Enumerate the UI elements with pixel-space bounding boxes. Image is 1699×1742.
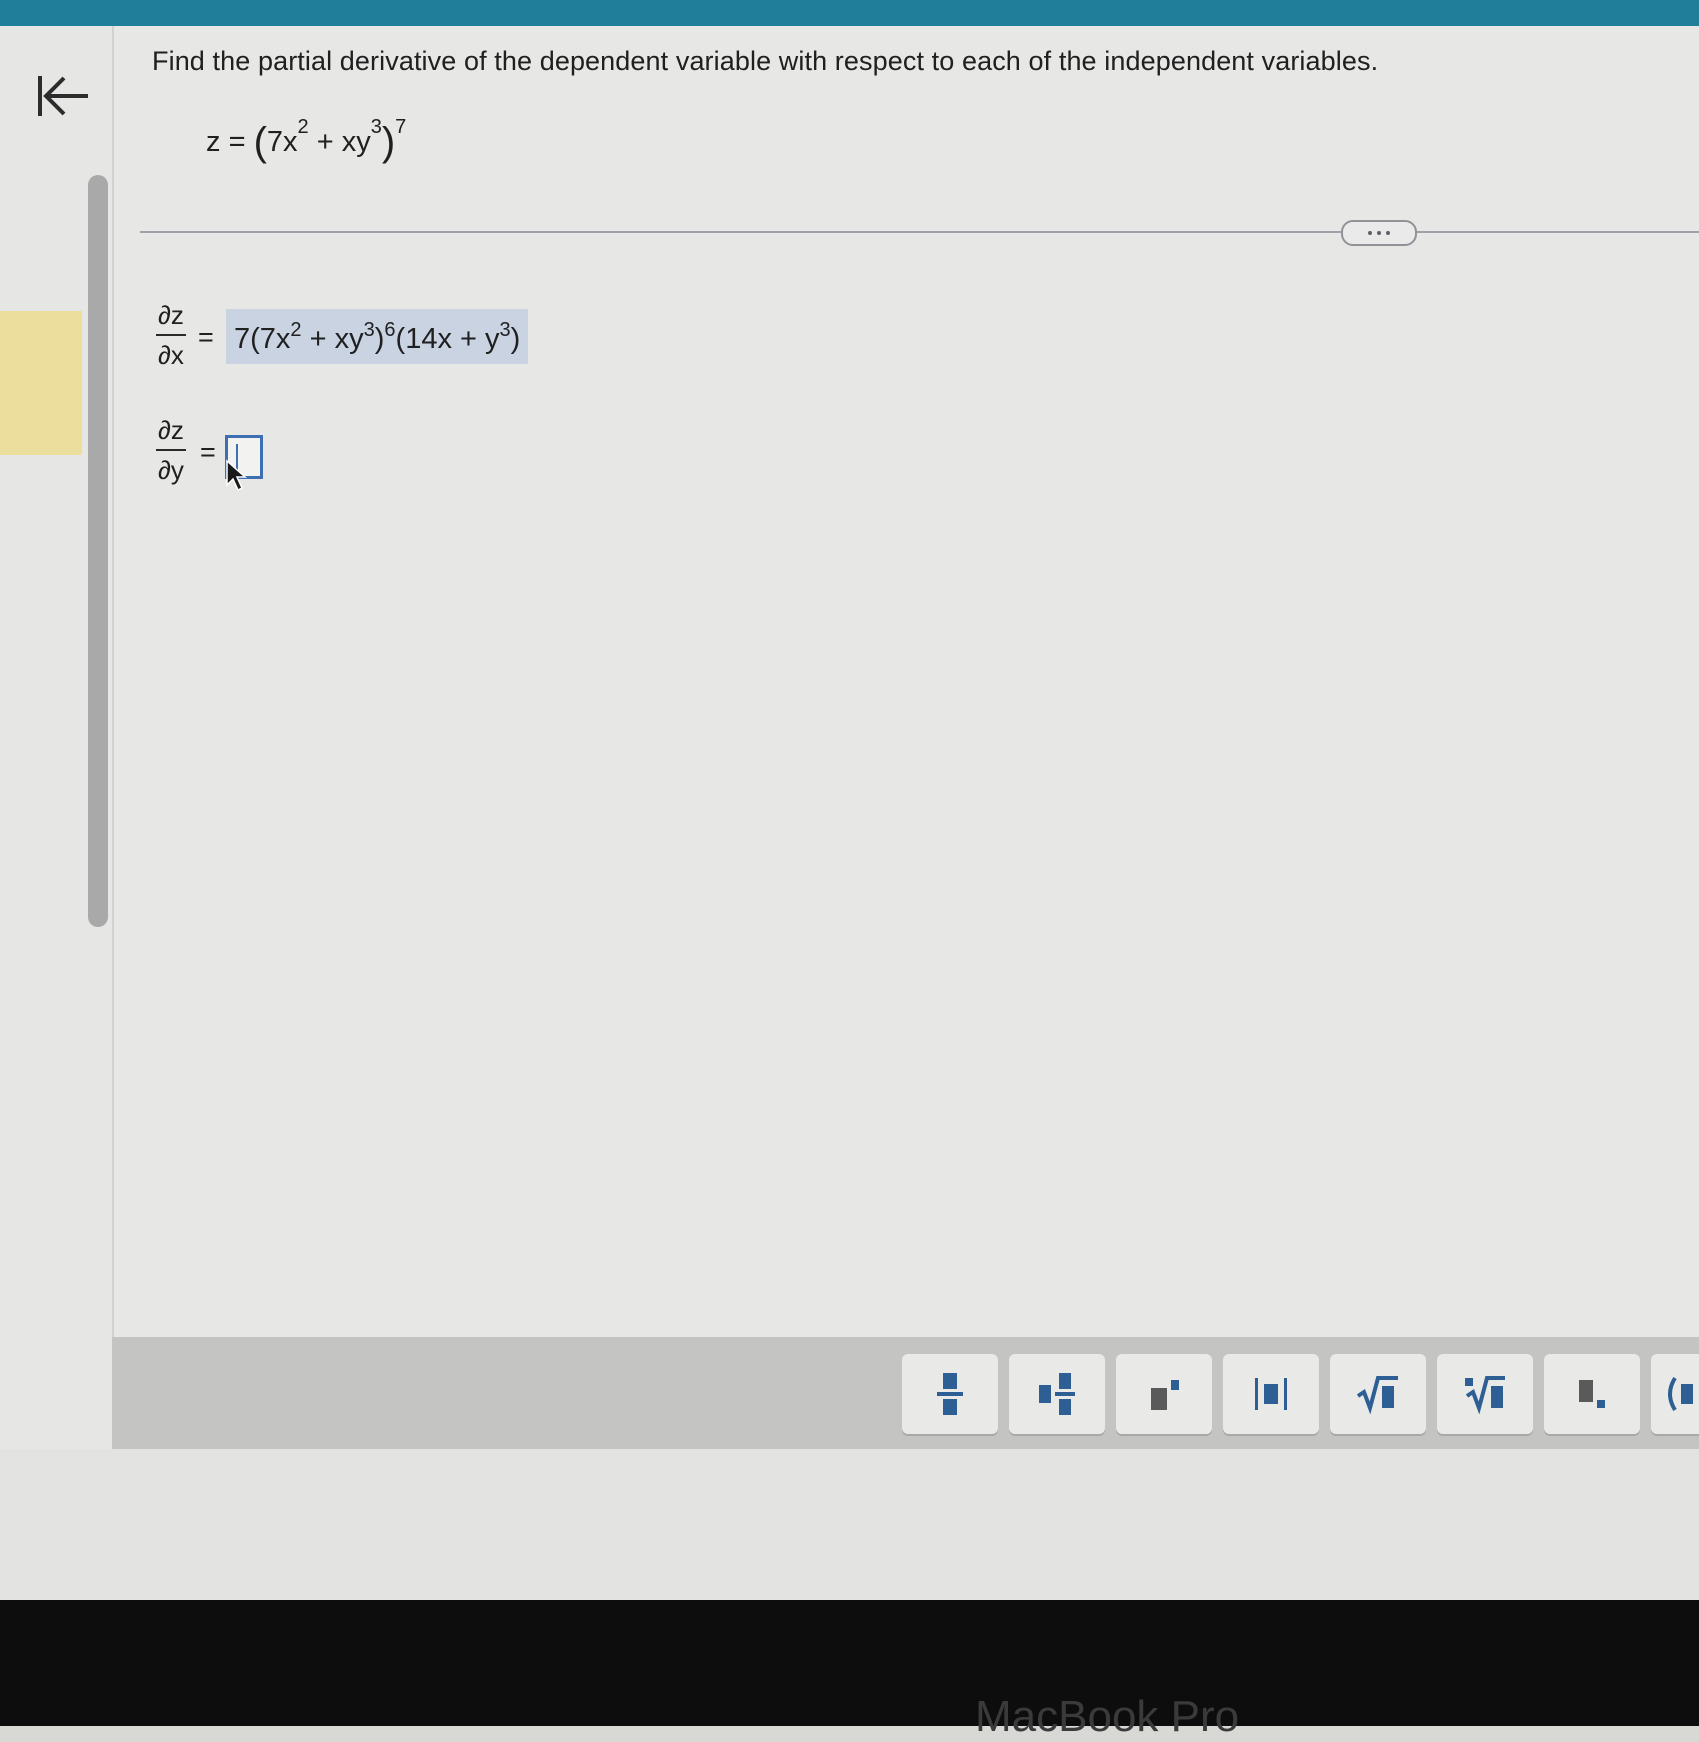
dzdy-numerator: ∂z [158,415,184,445]
laptop-bezel [0,1600,1699,1726]
section-divider [140,231,1699,233]
dzdy-equals: = [200,437,216,467]
dzdx-part-1: 7(7x [234,323,291,355]
mouse-pointer-icon [226,459,247,492]
ellipsis-dot [1386,231,1390,235]
function-lhs: z [206,126,221,158]
dzdx-answer-field[interactable]: 7(7x2 + xy3)6(14x + y3) [226,309,529,364]
superscript-button[interactable] [1116,1354,1212,1434]
function-definition: z = (7x2 + xy3)7 [206,116,406,165]
scrollbar[interactable] [88,175,108,927]
superscript-icon [1151,1380,1179,1410]
function-power-2: 3 [370,116,382,138]
function-exponent: 7 [395,116,407,138]
parenthesis-button[interactable] [1651,1354,1699,1434]
nth-root-button[interactable] [1437,1354,1533,1434]
more-options-button[interactable] [1341,220,1417,246]
dzdx-power-1: 2 [290,319,302,341]
square-root-button[interactable] [1330,1354,1426,1434]
function-open-paren: ( [253,120,267,164]
function-equals: = [228,126,246,158]
fraction-icon [937,1373,963,1415]
top-bar [0,0,1699,26]
square-root-icon [1356,1376,1398,1414]
dzdy-fraction: ∂z ∂y [156,417,186,483]
mixed-number-button[interactable] [1009,1354,1105,1434]
collapse-panel-button[interactable] [30,66,94,126]
dzdx-part-3: ) [374,323,385,355]
ellipsis-icon [1368,231,1372,235]
absolute-value-button[interactable] [1223,1354,1319,1434]
fraction-button[interactable] [902,1354,998,1434]
device-label: MacBook Pro [975,1692,1240,1741]
ellipsis-dot [1377,231,1381,235]
dzdx-denominator: ∂x [156,334,186,368]
dzdx-numerator: ∂z [158,300,184,330]
nth-root-icon [1465,1376,1505,1414]
dzdy-denominator: ∂y [156,449,186,483]
collapse-left-icon [38,76,88,116]
dzdx-power-3: 6 [384,319,396,341]
dzdx-fraction: ∂z ∂x [156,302,186,368]
absolute-value-icon [1255,1378,1287,1410]
dzdx-power-2: 3 [363,319,375,341]
current-question-marker [0,311,82,455]
mixed-number-icon [1039,1373,1075,1415]
parenthesis-icon [1668,1376,1693,1412]
dzdx-expression: 7(7x2 + xy3)6(14x + y3) [234,319,521,356]
function-middle: + xy [308,126,371,158]
dzdx-part-4: (14x + y [395,323,500,355]
subscript-icon [1579,1380,1605,1408]
dzdx-equals: = [198,322,214,352]
function-base: 7x [266,126,298,158]
function-power-1: 2 [297,116,309,138]
question-prompt: Find the partial derivative of the depen… [152,46,1379,76]
subscript-button[interactable] [1544,1354,1640,1434]
dzdx-part-5: ) [510,323,521,355]
question-panel [114,26,1699,1338]
function-close-paren: ) [381,120,396,164]
dzdx-power-4: 3 [499,319,511,341]
dzdx-part-2: + xy [301,323,364,355]
page-bottom [0,1449,1699,1599]
